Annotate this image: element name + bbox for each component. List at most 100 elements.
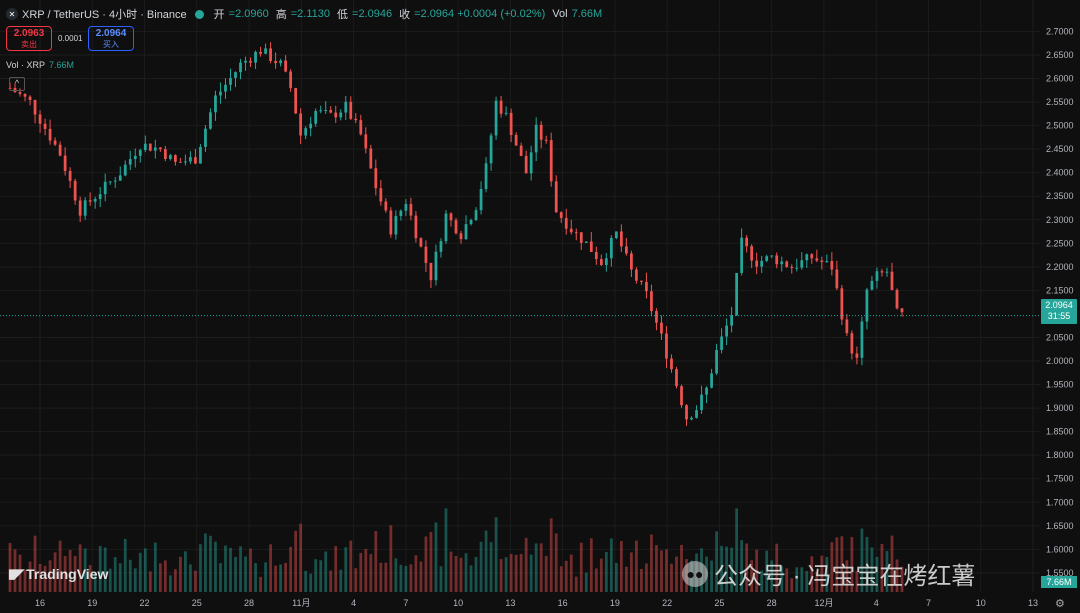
candle-body[interactable] <box>479 188 483 211</box>
candle-body[interactable] <box>254 51 257 63</box>
candle-body[interactable] <box>710 373 713 388</box>
candle-body[interactable] <box>73 180 77 201</box>
candle-body[interactable] <box>589 241 593 252</box>
candle-body[interactable] <box>264 48 267 54</box>
candle-body[interactable] <box>539 124 543 140</box>
candle-body[interactable] <box>609 238 613 259</box>
candle-body[interactable] <box>108 181 112 183</box>
candle-body[interactable] <box>184 161 187 163</box>
candle-body[interactable] <box>660 322 663 334</box>
candle-body[interactable] <box>314 111 318 124</box>
candle-body[interactable] <box>469 219 473 225</box>
candle-body[interactable] <box>374 168 378 189</box>
candle-body[interactable] <box>614 231 618 239</box>
candle-body[interactable] <box>785 261 789 267</box>
candle-body[interactable] <box>564 218 568 229</box>
candle-body[interactable] <box>18 92 22 94</box>
candle-body[interactable] <box>765 256 769 261</box>
candle-body[interactable] <box>579 232 583 243</box>
candle-body[interactable] <box>239 62 242 73</box>
candle-body[interactable] <box>494 100 498 136</box>
candle-body[interactable] <box>133 155 137 160</box>
candle-body[interactable] <box>875 271 879 281</box>
candle-body[interactable] <box>209 112 212 129</box>
candle-body[interactable] <box>810 254 814 259</box>
candle-body[interactable] <box>28 96 32 101</box>
candle-body[interactable] <box>860 321 864 358</box>
candle-body[interactable] <box>439 241 443 252</box>
candle-body[interactable] <box>845 319 849 334</box>
candle-body[interactable] <box>790 266 794 269</box>
candle-body[interactable] <box>364 134 368 149</box>
candle-body[interactable] <box>204 128 207 147</box>
candle-body[interactable] <box>484 163 488 189</box>
candle-body[interactable] <box>304 128 308 136</box>
candle-body[interactable] <box>770 255 774 257</box>
candle-body[interactable] <box>890 271 894 290</box>
candle-body[interactable] <box>504 112 508 114</box>
candle-body[interactable] <box>43 123 47 129</box>
candle-body[interactable] <box>48 128 52 141</box>
candle-body[interactable] <box>655 311 658 323</box>
candle-body[interactable] <box>675 369 678 387</box>
candle-body[interactable] <box>153 147 157 151</box>
candle-body[interactable] <box>143 143 147 151</box>
candle-body[interactable] <box>625 246 628 254</box>
candle-body[interactable] <box>284 60 287 72</box>
candle-body[interactable] <box>379 188 383 202</box>
candle-body[interactable] <box>309 123 313 129</box>
candle-body[interactable] <box>795 267 799 269</box>
candle-body[interactable] <box>68 171 72 181</box>
candle-body[interactable] <box>179 161 182 163</box>
candle-body[interactable] <box>148 143 152 151</box>
candle-body[interactable] <box>324 110 328 112</box>
candle-body[interactable] <box>569 228 573 233</box>
candle-body[interactable] <box>444 213 448 242</box>
candle-body[interactable] <box>88 200 92 202</box>
candle-body[interactable] <box>740 237 744 273</box>
candle-body[interactable] <box>274 61 277 64</box>
candle-body[interactable] <box>259 51 262 54</box>
buy-button[interactable]: 2.0964 买入 <box>88 26 134 51</box>
candle-body[interactable] <box>98 194 102 199</box>
candle-body[interactable] <box>409 203 413 216</box>
candle-body[interactable] <box>775 255 779 265</box>
candle-body[interactable] <box>760 260 764 267</box>
candle-body[interactable] <box>725 325 728 337</box>
candle-body[interactable] <box>730 315 733 326</box>
candle-body[interactable] <box>234 72 237 78</box>
candle-body[interactable] <box>534 124 538 153</box>
candle-body[interactable] <box>113 180 117 182</box>
candle-body[interactable] <box>384 201 388 211</box>
candle-body[interactable] <box>38 114 42 124</box>
sell-button[interactable]: 2.0963 卖出 <box>6 26 52 51</box>
candle-body[interactable] <box>474 210 478 220</box>
candle-body[interactable] <box>514 134 518 146</box>
candle-body[interactable] <box>53 140 57 145</box>
candle-body[interactable] <box>244 60 247 63</box>
candle-body[interactable] <box>670 358 673 370</box>
candle-body[interactable] <box>424 246 428 263</box>
candle-body[interactable] <box>429 262 433 281</box>
candle-body[interactable] <box>414 215 418 239</box>
candle-body[interactable] <box>489 135 493 164</box>
collapse-legend-icon[interactable]: ^ <box>9 77 25 91</box>
candle-body[interactable] <box>434 251 438 281</box>
candle-body[interactable] <box>559 212 563 219</box>
candle-body[interactable] <box>449 213 453 221</box>
candle-body[interactable] <box>885 271 889 273</box>
candle-body[interactable] <box>835 269 839 289</box>
candle-body[interactable] <box>635 269 638 281</box>
candle-body[interactable] <box>229 77 232 85</box>
candle-body[interactable] <box>695 410 698 418</box>
candle-body[interactable] <box>459 233 463 240</box>
candle-body[interactable] <box>499 100 503 114</box>
candle-body[interactable] <box>855 353 859 358</box>
candle-body[interactable] <box>745 237 749 247</box>
candle-body[interactable] <box>219 91 222 96</box>
candle-body[interactable] <box>279 60 282 64</box>
symbol-title[interactable]: XRP / TetherUS · 4小时 · Binance <box>22 6 187 22</box>
candle-body[interactable] <box>840 288 844 320</box>
candle-body[interactable] <box>58 144 62 156</box>
candle-body[interactable] <box>715 349 718 374</box>
